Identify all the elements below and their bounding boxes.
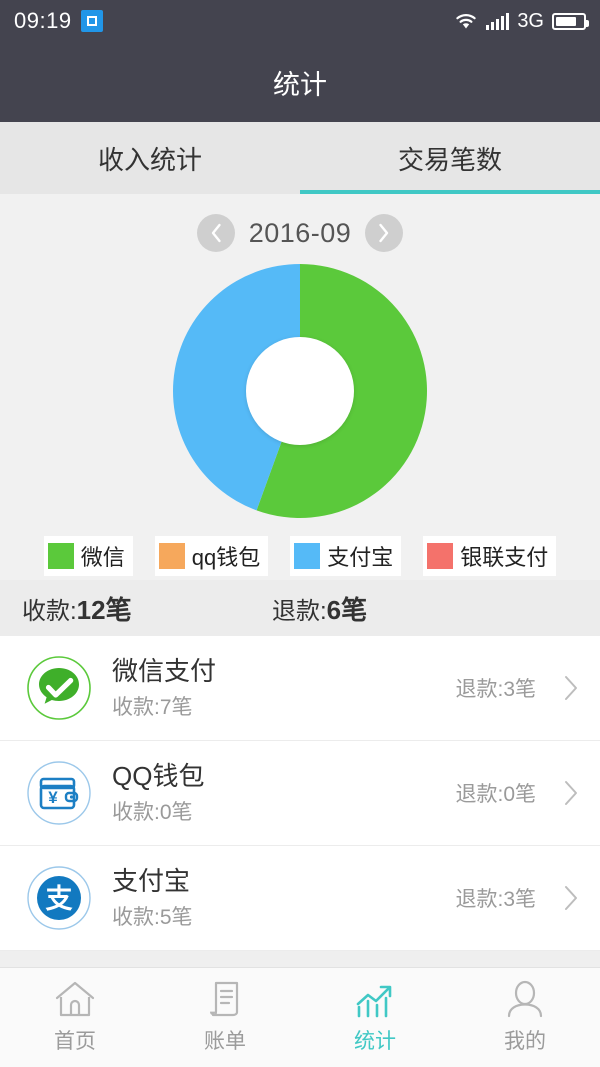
tab-income-stats[interactable]: 收入统计: [0, 122, 300, 194]
summary-received-prefix: 收款:: [22, 597, 77, 625]
list-item-main: QQ钱包 收款:0笔: [98, 760, 455, 827]
legend-swatch: [158, 543, 185, 569]
donut-chart: [171, 262, 429, 520]
chart-legend: 微信 qq钱包 支付宝 银联支付: [0, 536, 600, 580]
donut-hole: [246, 337, 354, 445]
list-item-title: QQ钱包: [112, 760, 205, 791]
nav-item-profile[interactable]: 我的: [450, 968, 600, 1067]
tab-transaction-count[interactable]: 交易笔数: [300, 122, 600, 194]
list-item[interactable]: ¥ QQ钱包 收款:0笔 退款:0笔: [0, 741, 600, 846]
legend-label: qq钱包: [191, 545, 261, 570]
nav-item-stats[interactable]: 统计: [300, 968, 450, 1067]
qq-wallet-icon: ¥: [20, 760, 98, 826]
payment-channel-list: 微信支付 收款:7笔 退款:3笔 ¥ QQ钱包 收款:0笔 退款:0笔 支 支付…: [0, 636, 600, 951]
legend-item: 银联支付: [423, 536, 557, 576]
nav-item-bills-label: 账单: [204, 1030, 246, 1053]
chevron-right-icon: [562, 675, 580, 701]
list-item[interactable]: 支 支付宝 收款:5笔 退款:3笔: [0, 846, 600, 951]
home-icon: [54, 980, 96, 1018]
legend-swatch: [294, 543, 321, 569]
month-label: 2016-09: [248, 217, 352, 248]
legend-label: 银联支付: [460, 545, 549, 570]
chart-icon: [354, 980, 396, 1018]
prev-month-button[interactable]: [196, 214, 235, 252]
summary-refund-prefix: 退款:: [272, 597, 327, 625]
screenshot-icon: [80, 10, 103, 32]
status-time: 09:19: [14, 8, 72, 33]
nav-item-home[interactable]: 首页: [0, 968, 150, 1067]
month-selector: 2016-09: [0, 214, 600, 252]
status-bar: 09:19 3G: [0, 0, 600, 42]
nav-item-home-label: 首页: [54, 1030, 96, 1053]
next-month-button[interactable]: [365, 214, 404, 252]
network-type-label: 3G: [517, 9, 544, 32]
tab-income-stats-label: 收入统计: [97, 144, 202, 175]
list-item-title: 支付宝: [112, 865, 191, 896]
legend-item: qq钱包: [154, 536, 269, 576]
chart-panel: 2016-09 微信 qq钱包 支付宝 银联支付: [0, 194, 600, 580]
nav-item-profile-label: 我的: [504, 1030, 546, 1053]
nav-item-bills[interactable]: 账单: [150, 968, 300, 1067]
svg-text:支: 支: [46, 884, 73, 915]
chevron-right-icon: [379, 223, 389, 243]
bottom-navigation: 首页 账单 统计 我的: [0, 967, 600, 1067]
legend-label: 支付宝: [327, 545, 394, 570]
list-item[interactable]: 微信支付 收款:7笔 退款:3笔: [0, 636, 600, 741]
person-icon: [505, 980, 545, 1018]
svg-text:¥: ¥: [48, 788, 58, 807]
list-item-main: 支付宝 收款:5笔: [98, 865, 455, 932]
chevron-right-icon: [562, 780, 580, 806]
receipt-icon: [205, 980, 245, 1018]
summary-received-value: 12笔: [76, 594, 132, 625]
list-item-title: 微信支付: [112, 655, 217, 686]
nav-item-stats-label: 统计: [354, 1030, 396, 1053]
chevron-right-icon: [562, 885, 580, 911]
signal-icon: [486, 12, 510, 30]
legend-label: 微信: [80, 545, 125, 570]
summary-received: 收款:12笔: [22, 590, 272, 627]
tab-transaction-count-label: 交易笔数: [397, 144, 502, 175]
wechat-pay-icon: [20, 655, 98, 721]
summary-refund: 退款:6笔: [272, 590, 522, 627]
status-icons: 3G: [454, 9, 589, 33]
list-item-received: 收款:0笔: [112, 801, 193, 825]
legend-item: 支付宝: [290, 536, 402, 576]
list-item-refund: 退款:3笔: [455, 678, 536, 701]
legend-swatch: [47, 543, 74, 569]
summary-refund-value: 6笔: [326, 594, 368, 625]
alipay-icon: 支: [20, 865, 98, 931]
tab-bar: 收入统计 交易笔数: [0, 122, 600, 194]
chevron-left-icon: [211, 223, 221, 243]
list-item-main: 微信支付 收款:7笔: [98, 655, 455, 722]
donut-chart-wrap: [0, 262, 600, 520]
legend-item: 微信: [43, 536, 133, 576]
list-item-received: 收款:5笔: [112, 906, 193, 930]
phone-screen: 09:19 3G 统计 收入统计 交易笔数 2016-09 微信 qq钱包 支付…: [0, 0, 600, 1067]
wifi-icon: [456, 14, 477, 29]
page-title: 统计: [273, 69, 327, 100]
list-item-received: 收款:7笔: [112, 696, 193, 720]
battery-icon: [552, 12, 589, 30]
list-item-refund: 退款:0笔: [455, 783, 536, 806]
list-item-refund: 退款:3笔: [455, 888, 536, 911]
summary-bar: 收款:12笔 退款:6笔: [0, 580, 600, 636]
legend-swatch: [427, 543, 454, 569]
page-title-bar: 统计: [0, 42, 600, 122]
